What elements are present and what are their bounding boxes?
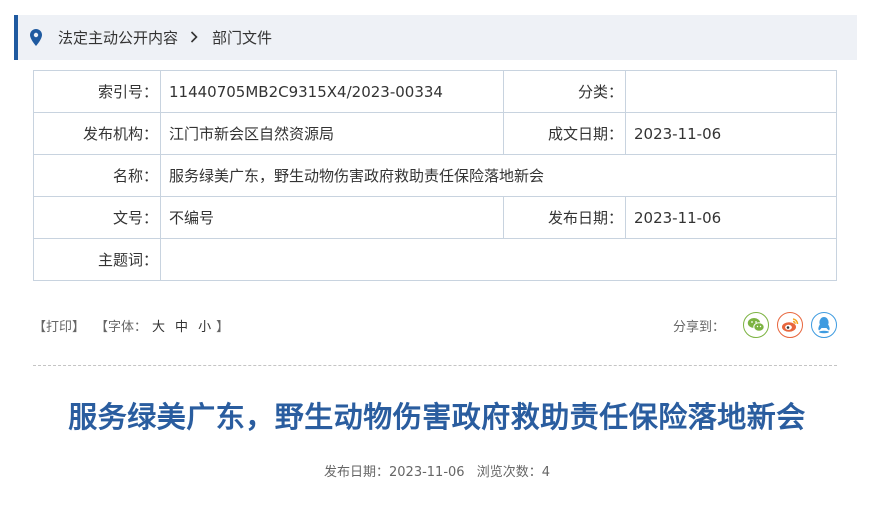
chevron-right-icon (190, 29, 198, 47)
meta-row-publisher: 发布机构： 江门市新会区自然资源局 成文日期： 2023-11-06 (33, 112, 837, 155)
qq-icon[interactable] (811, 312, 837, 338)
keywords-value (160, 238, 837, 281)
name-label: 名称： (33, 154, 161, 197)
doc-number-label: 文号： (33, 196, 161, 239)
font-size-small-button[interactable]: 小 (198, 316, 211, 335)
share-bar: 分享到： (673, 312, 837, 338)
written-date-value: 2023-11-06 (625, 112, 837, 155)
category-label: 分类： (503, 70, 626, 113)
publisher-value: 江门市新会区自然资源局 (160, 112, 504, 155)
wechat-icon[interactable] (743, 312, 769, 338)
share-label: 分享到： (672, 319, 725, 335)
category-value (625, 70, 837, 113)
meta-row-name: 名称： 服务绿美广东，野生动物伤害政府救助责任保险落地新会 (33, 154, 837, 197)
index-label: 索引号： (33, 70, 161, 113)
publisher-label: 发布机构： (33, 112, 161, 155)
breadcrumb-item-public-content[interactable]: 法定主动公开内容 (58, 27, 178, 48)
meta-row-doc-number: 文号： 不编号 发布日期： 2023-11-06 (33, 196, 837, 239)
article-title: 服务绿美广东，野生动物伤害政府救助责任保险落地新会 (68, 400, 806, 434)
meta-row-keywords: 主题词： (33, 238, 837, 281)
article-date-label: 发布日期： (323, 465, 389, 480)
index-value: 11440705MB2C9315X4/2023-00334 (160, 70, 504, 113)
article-toolbar: 【打印】 【字体： 大 中 小 】 分享到： (33, 305, 837, 345)
article-date: 2023-11-06 (389, 465, 465, 480)
views-count: 4 (541, 465, 550, 480)
keywords-label: 主题词： (33, 238, 161, 281)
article-meta: 发布日期：2023-11-06 浏览次数：4 (0, 461, 874, 480)
meta-row-index: 索引号： 11440705MB2C9315X4/2023-00334 分类： (33, 70, 837, 113)
font-size-close-bracket: 】 (216, 319, 230, 335)
font-size-medium-button[interactable]: 中 (175, 316, 188, 335)
divider (33, 365, 837, 366)
breadcrumb-item-dept-files[interactable]: 部门文件 (212, 27, 272, 48)
views-info: 浏览次数：4 (477, 465, 550, 480)
publish-date-value: 2023-11-06 (625, 196, 837, 239)
weibo-icon[interactable] (777, 312, 803, 338)
name-value: 服务绿美广东，野生动物伤害政府救助责任保险落地新会 (160, 154, 837, 197)
font-size-switcher: 【字体： 大 中 小 】 (95, 316, 229, 335)
views-label: 浏览次数： (476, 465, 542, 480)
breadcrumb: 法定主动公开内容 部门文件 (14, 15, 857, 60)
font-size-large-button[interactable]: 大 (152, 316, 165, 335)
publish-date-label: 发布日期： (503, 196, 626, 239)
print-button[interactable]: 【打印】 (33, 316, 85, 335)
written-date-label: 成文日期： (503, 112, 626, 155)
font-size-label: 【字体： (95, 319, 148, 335)
doc-number-value: 不编号 (160, 196, 504, 239)
location-pin-icon (30, 28, 46, 47)
document-meta-table: 索引号： 11440705MB2C9315X4/2023-00334 分类： 发… (33, 70, 837, 281)
publish-info: 发布日期：2023-11-06 (324, 465, 465, 480)
